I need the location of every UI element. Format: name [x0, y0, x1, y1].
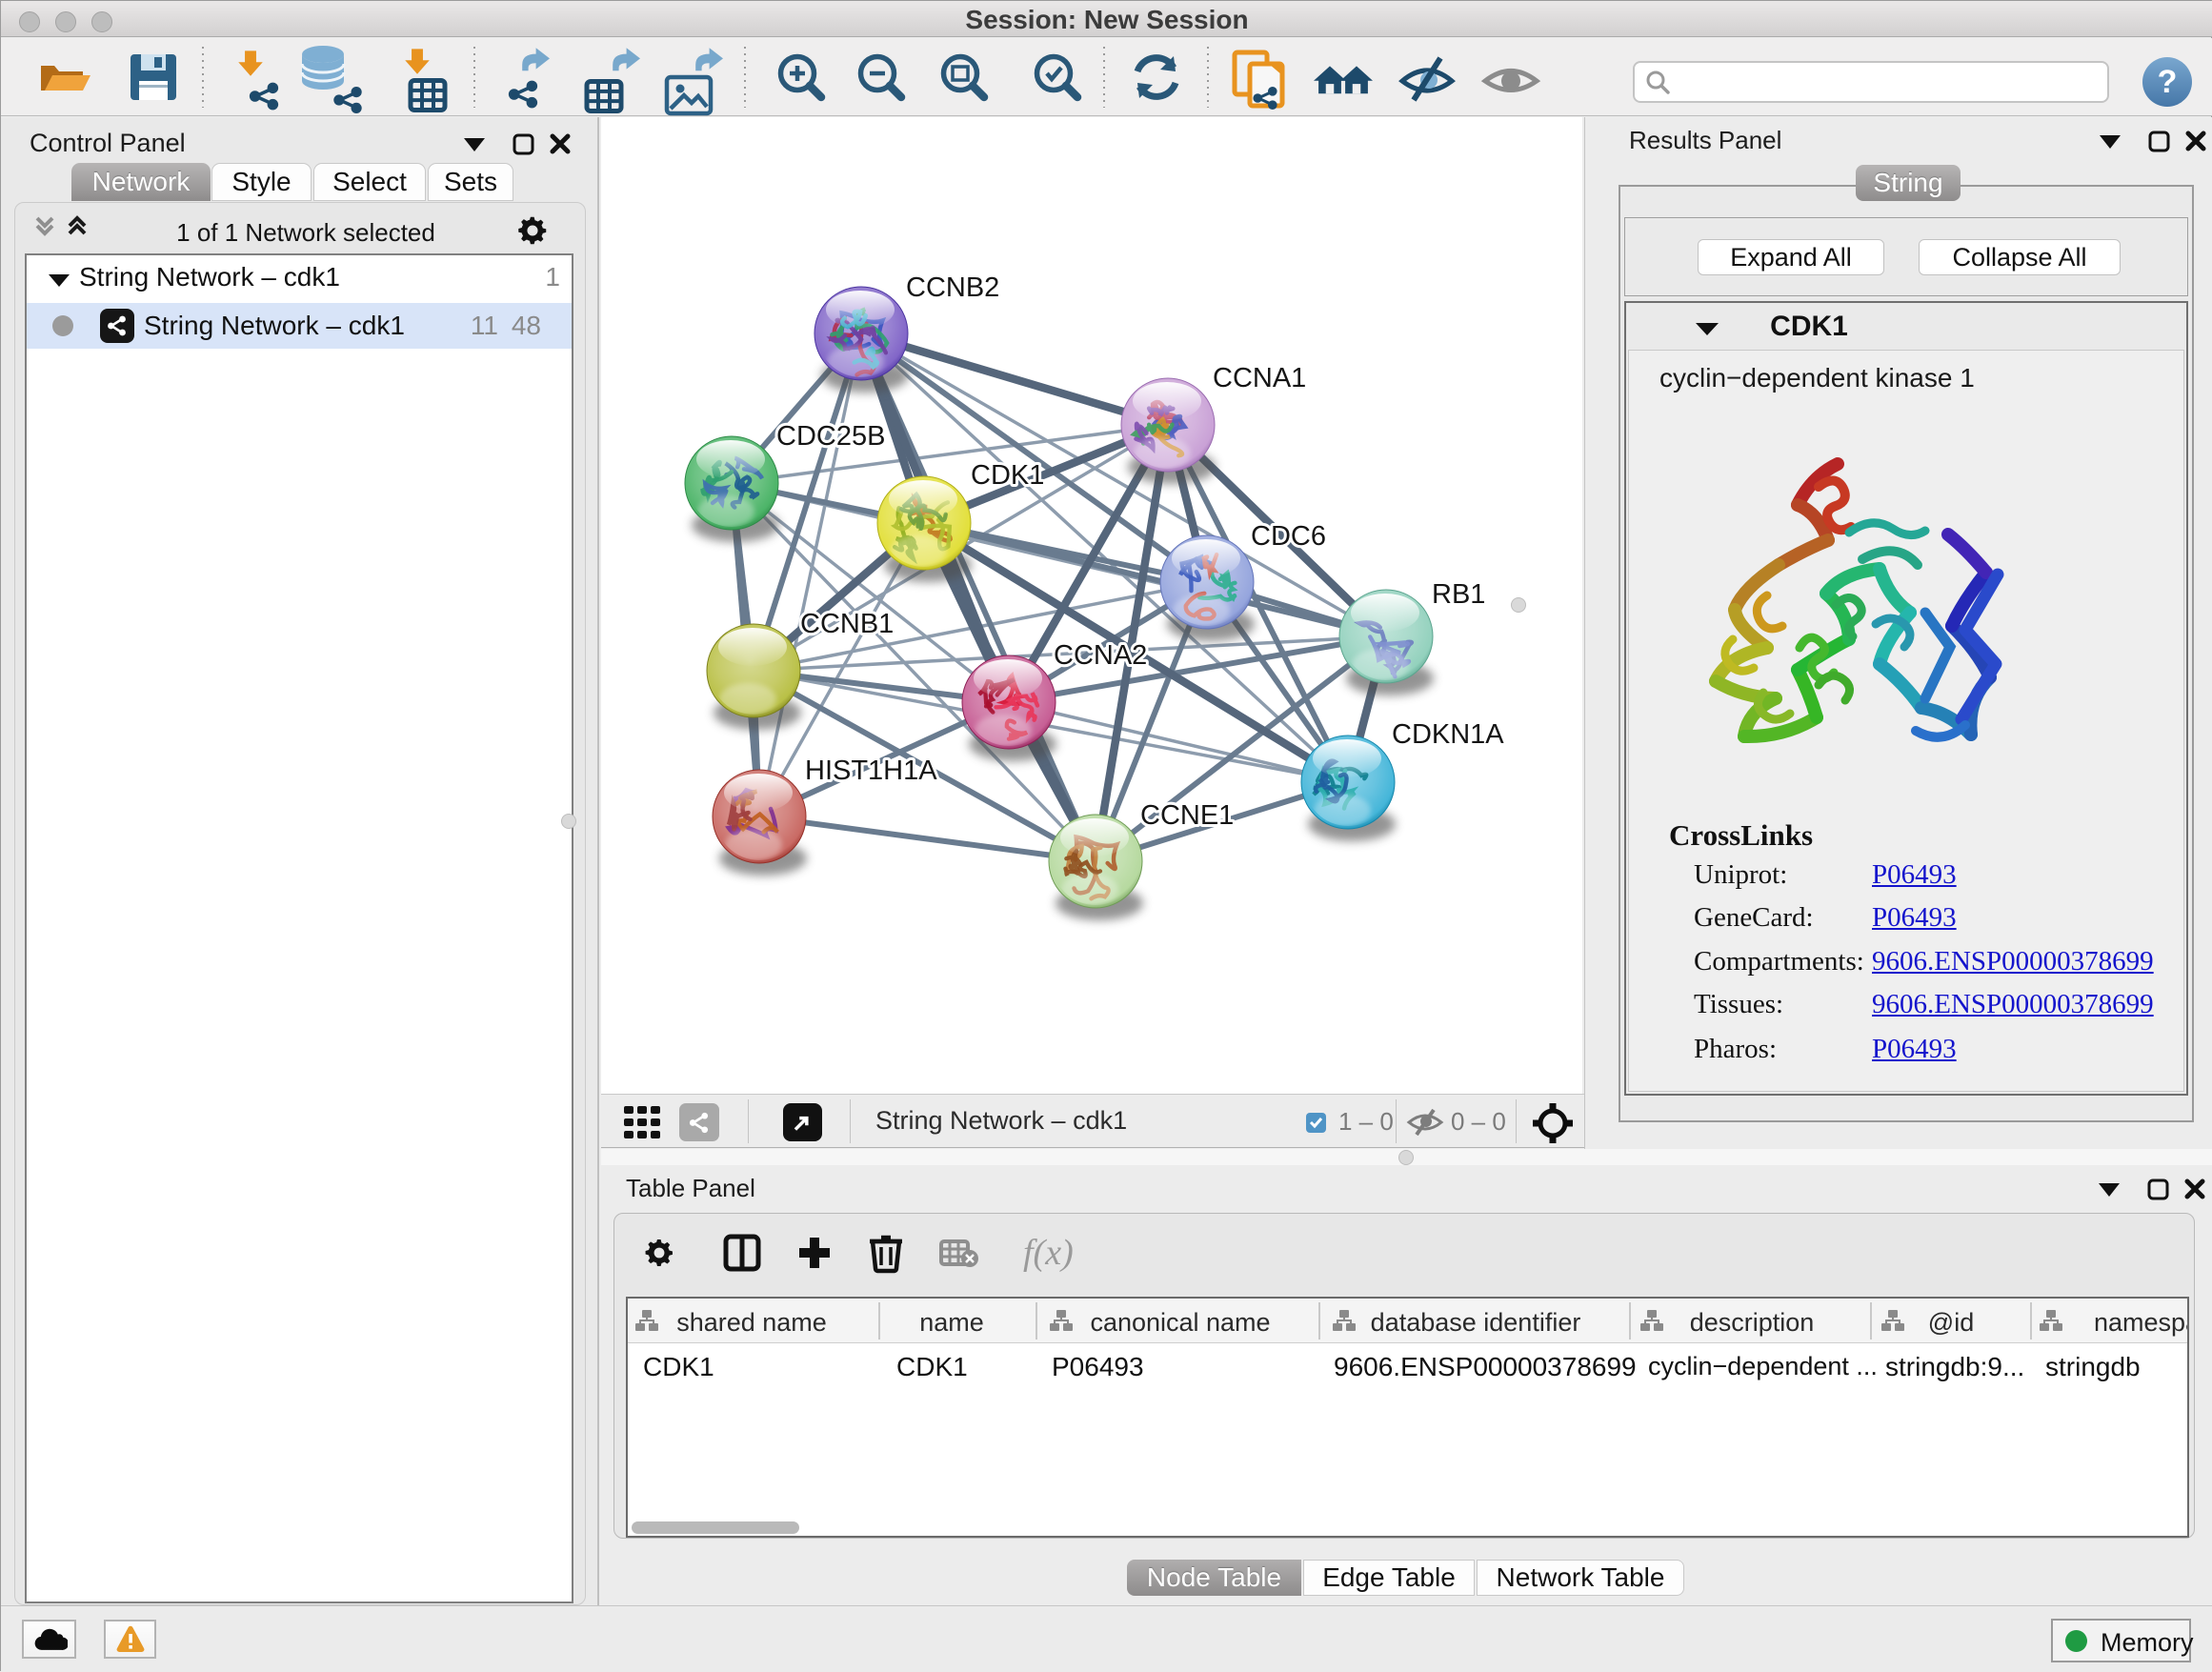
svg-text:f(x): f(x)	[1023, 1233, 1074, 1273]
svg-text:@id: @id	[1928, 1308, 1974, 1337]
svg-text:CCNB2: CCNB2	[906, 272, 999, 303]
svg-text:HIST1H1A: HIST1H1A	[805, 755, 937, 786]
svg-text:namespace: namespace	[2094, 1308, 2187, 1337]
svg-text:CCNE1: CCNE1	[1140, 800, 1234, 831]
svg-text:CCNA1: CCNA1	[1213, 363, 1306, 393]
svg-text:CDC6: CDC6	[1251, 521, 1326, 552]
svg-text:RB1: RB1	[1432, 579, 1485, 610]
svg-text:description: description	[1690, 1308, 1815, 1337]
svg-text:shared name: shared name	[676, 1308, 827, 1337]
svg-text:CDK1: CDK1	[971, 460, 1044, 491]
svg-text:CDKN1A: CDKN1A	[1392, 719, 1504, 750]
svg-text:database identifier: database identifier	[1371, 1308, 1581, 1337]
svg-text:canonical name: canonical name	[1090, 1308, 1270, 1337]
svg-text:CCNB1: CCNB1	[800, 609, 894, 639]
svg-text:CDC25B: CDC25B	[776, 421, 885, 452]
svg-text:CCNA2: CCNA2	[1054, 640, 1147, 671]
svg-text:name: name	[919, 1308, 984, 1337]
